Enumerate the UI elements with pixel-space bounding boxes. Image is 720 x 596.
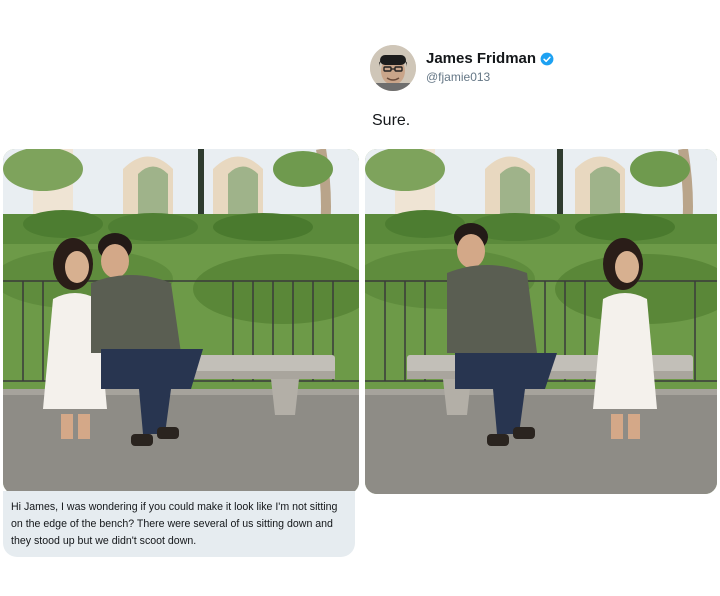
author-display-name[interactable]: James Fridman [426, 50, 536, 67]
avatar[interactable] [370, 45, 416, 91]
original-photo[interactable] [3, 149, 359, 494]
request-message-bubble: Hi James, I was wondering if you could m… [3, 491, 355, 557]
author-handle[interactable]: @fjamie013 [426, 70, 490, 84]
reply-text: Sure. [372, 112, 411, 129]
avatar-icon [370, 45, 416, 91]
edited-photo-image [365, 149, 717, 494]
edited-photo[interactable] [365, 149, 717, 494]
original-photo-image [3, 149, 359, 494]
request-message-text: Hi James, I was wondering if you could m… [11, 501, 338, 547]
tweet-header: James Fridman @fjamie013 [370, 42, 710, 98]
verified-badge-icon [540, 52, 554, 66]
